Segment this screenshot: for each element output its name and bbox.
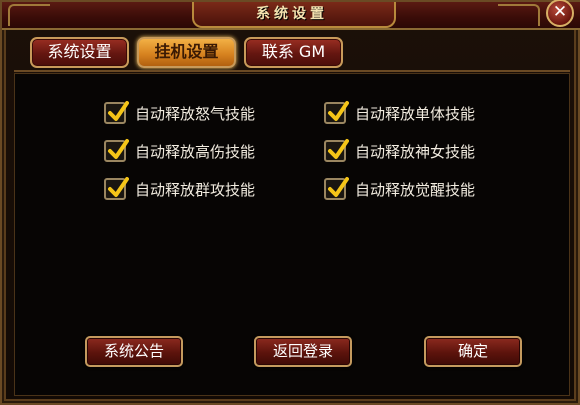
close-button[interactable]: ✕ (546, 0, 574, 27)
option-aoe-skill[interactable]: 自动释放群攻技能 (104, 177, 255, 201)
checkbox[interactable] (324, 101, 349, 124)
option-goddess-skill[interactable]: 自动释放神女技能 (324, 139, 475, 163)
checkbox[interactable] (104, 177, 129, 200)
title-bar: 系统设置 (2, 2, 580, 30)
checkmark-icon (328, 177, 349, 197)
tab-idle-settings[interactable]: 挂机设置 (137, 37, 236, 68)
option-single-target-skill[interactable]: 自动释放单体技能 (324, 101, 475, 125)
announcement-button[interactable]: 系统公告 (85, 336, 183, 367)
back-to-login-button-label: 返回登录 (272, 342, 333, 360)
announcement-button-label: 系统公告 (103, 342, 164, 360)
tab-divider (14, 70, 570, 72)
checkbox[interactable] (104, 139, 129, 162)
checkbox[interactable] (324, 139, 349, 162)
confirm-button-label: 确定 (457, 342, 488, 360)
tab-contact-gm[interactable]: 联系 GM (244, 37, 343, 68)
tab-system-settings[interactable]: 系统设置 (30, 37, 129, 68)
option-label: 自动释放单体技能 (355, 104, 476, 123)
settings-window: 系统设置 ✕ 系统设置 挂机设置 联系 GM 自动释放怒气技能 自动释放单体技能… (0, 0, 580, 405)
checkmark-icon (328, 101, 349, 121)
checkbox[interactable] (324, 177, 349, 200)
checkmark-icon (328, 139, 349, 159)
back-to-login-button[interactable]: 返回登录 (254, 336, 352, 367)
option-label: 自动释放怒气技能 (135, 104, 256, 123)
confirm-button[interactable]: 确定 (424, 336, 522, 367)
option-label: 自动释放高伤技能 (135, 142, 256, 161)
option-label: 自动释放群攻技能 (135, 180, 256, 199)
option-label: 自动释放觉醒技能 (355, 180, 476, 199)
checkmark-icon (108, 177, 129, 197)
checkmark-icon (108, 139, 129, 159)
close-icon: ✕ (552, 2, 568, 22)
checkmark-icon (108, 101, 129, 121)
option-awakening-skill[interactable]: 自动释放觉醒技能 (324, 177, 475, 201)
tab-idle-settings-label: 挂机设置 (154, 42, 219, 61)
option-label: 自动释放神女技能 (355, 142, 476, 161)
tab-system-settings-label: 系统设置 (47, 42, 112, 61)
window-title: 系统设置 (256, 6, 328, 22)
checkbox[interactable] (104, 101, 129, 124)
tab-contact-gm-label: 联系 GM (261, 42, 326, 61)
option-high-damage-skill[interactable]: 自动释放高伤技能 (104, 139, 255, 163)
option-rage-skill[interactable]: 自动释放怒气技能 (104, 101, 255, 125)
